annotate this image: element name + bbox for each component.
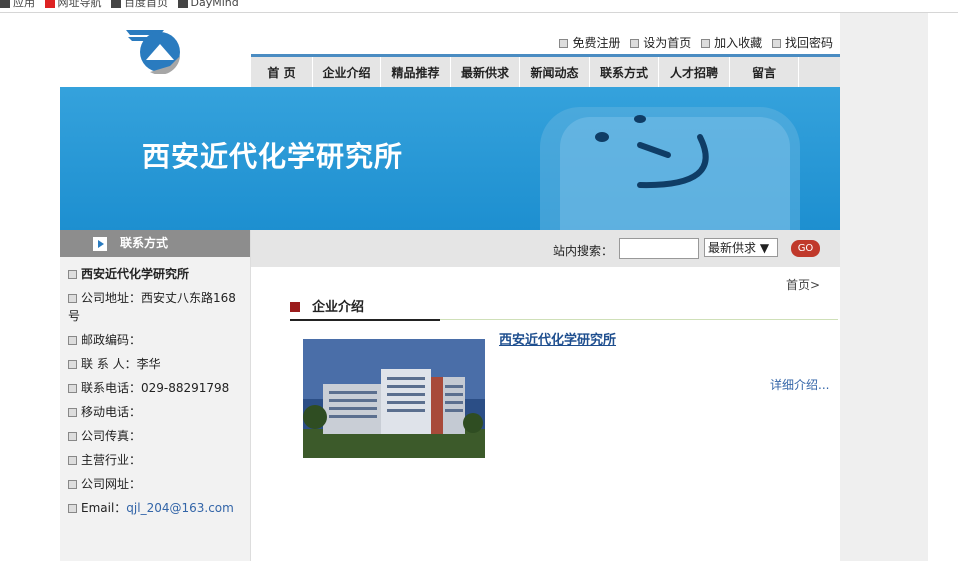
nav-company-intro[interactable]: 企业介绍 [313,57,381,90]
bullet-icon [68,408,77,417]
bullet-icon [559,39,569,48]
section-marker-icon [290,302,300,312]
nav-contact[interactable]: 联系方式 [590,57,659,90]
bullet-icon [68,270,77,279]
company-building-photo[interactable] [303,339,485,458]
register-link[interactable]: 免费注册 [559,36,620,50]
recover-password-link[interactable]: 找回密码 [771,36,833,50]
contact-website: 公司网址： [68,475,244,493]
bullet-icon [68,480,77,489]
bookmark-daymind[interactable]: DayMind [177,0,239,9]
dropdown-arrow-icon: ▼ [759,241,770,255]
bullet-icon [630,39,640,48]
add-favorite-link[interactable]: 加入收藏 [701,36,762,50]
bullet-icon [68,456,77,465]
page-gutter [840,13,928,561]
company-logo[interactable] [124,26,184,74]
bullet-icon [68,432,77,441]
contact-address: 公司地址：西安丈八东路168号 [68,291,236,323]
hao123-icon [44,0,55,8]
search-input[interactable] [619,238,699,259]
sidebar-header: 联系方式 [60,230,250,257]
bullet-icon [68,294,77,303]
nav-jobs[interactable]: 人才招聘 [659,57,730,90]
contact-email: Email：qjl_204@163.com [68,499,244,517]
bookmark-hao123[interactable]: 网址导航 [44,0,102,9]
breadcrumb[interactable]: 首页> [786,276,820,293]
main-nav: 首 页 企业介绍 精品推荐 最新供求 新闻动态 联系方式 人才招聘 留言 [251,54,840,90]
nav-home[interactable]: 首 页 [251,57,313,90]
arrow-right-icon [93,237,107,251]
contact-info: 西安近代化学研究所 公司地址：西安丈八东路168号 邮政编码： 联 系 人：李华… [60,257,250,517]
section-title: 企业介绍 [290,297,440,321]
contact-phone: 联系电话：029-88291798 [68,379,244,397]
daymind-icon [177,0,188,8]
nav-guestbook[interactable]: 留言 [730,57,799,90]
bullet-icon [68,360,77,369]
banner: 西安近代化学研究所 [60,87,840,230]
bookmark-baidu[interactable]: 百度首页 [111,0,168,9]
search-bar: 站内搜索： 最新供求 ▼ GO [251,230,840,267]
search-label: 站内搜索： [553,244,614,258]
header-links: 免费注册 设为首页 加入收藏 找回密码 [553,34,833,51]
contact-industry: 主营行业： [68,451,244,469]
email-link[interactable]: qjl_204@163.com [126,501,234,515]
set-homepage-link[interactable]: 设为首页 [630,36,691,50]
contact-fax: 公司传真： [68,427,244,445]
contact-mobile: 移动电话： [68,403,244,421]
smiley-key-image [540,107,800,230]
search-category-select[interactable]: 最新供求 ▼ [704,238,778,257]
baidu-icon [111,0,121,8]
nav-news[interactable]: 新闻动态 [520,57,590,90]
section-divider [440,319,838,320]
bookmark-apps[interactable]: 应用 [0,0,35,9]
apps-icon [0,0,10,8]
contact-sidebar: 联系方式 西安近代化学研究所 公司地址：西安丈八东路168号 邮政编码： 联 系… [60,230,251,561]
bullet-icon [771,39,781,48]
contact-postcode: 邮政编码： [68,331,244,349]
search-go-button[interactable]: GO [791,240,820,257]
contact-person: 联 系 人：李华 [68,355,244,373]
bookmarks-bar: 应用 网址导航 百度首页 DayMind [0,0,245,9]
more-details-link[interactable]: 详细介绍... [770,376,829,393]
bullet-icon [68,504,77,513]
divider [0,12,958,13]
nav-supply-demand[interactable]: 最新供求 [451,57,520,90]
company-name-link[interactable]: 西安近代化学研究所 [499,329,616,348]
nav-featured[interactable]: 精品推荐 [381,57,451,90]
sidebar-title: 联系方式 [120,236,169,250]
bullet-icon [68,384,77,393]
banner-title: 西安近代化学研究所 [142,140,404,173]
page-edge [928,13,958,561]
contact-company: 西安近代化学研究所 [68,265,244,283]
bullet-icon [701,39,711,48]
bullet-icon [68,336,77,345]
